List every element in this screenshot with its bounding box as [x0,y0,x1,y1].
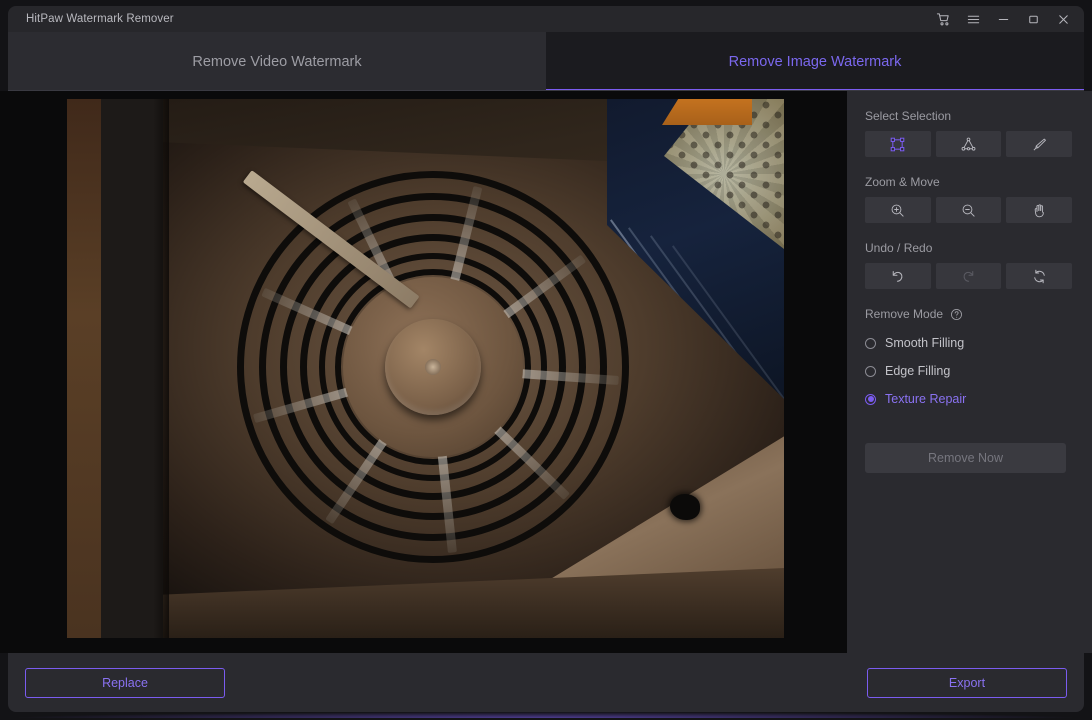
select-selection-tools [865,131,1073,157]
undo-redo-tools [865,263,1073,289]
remove-now-button[interactable]: Remove Now [865,443,1066,473]
footer-bar: Replace Export [8,653,1084,712]
photo-plank-shadow [153,99,169,638]
remove-mode-options: Smooth Filling Edge Filling Texture Repa… [865,329,1072,413]
select-selection-label: Select Selection [865,109,952,123]
loaded-image[interactable] [67,99,784,638]
zoom-move-tools [865,197,1073,223]
workspace: Select Selection Zoom & Move Undo / Redo… [0,91,1092,653]
menu-icon[interactable] [958,7,988,31]
main-tab-bar: Remove Video Watermark Remove Image Wate… [8,32,1084,91]
replace-button[interactable]: Replace [25,667,225,698]
tools-sidebar: Select Selection Zoom & Move Undo / Redo… [847,91,1092,653]
tab-label: Remove Video Watermark [192,53,362,70]
undo-redo-label: Undo / Redo [865,241,933,255]
title-bar: HitPaw Watermark Remover [8,6,1084,32]
undo-icon[interactable] [865,263,931,289]
minimize-icon[interactable] [988,7,1018,31]
radio-edge-filling[interactable]: Edge Filling [865,357,1072,385]
cart-icon[interactable] [928,7,958,31]
app-title: HitPaw Watermark Remover [26,13,174,25]
tab-remove-video-watermark[interactable]: Remove Video Watermark [8,32,546,91]
app-window: HitPaw Watermark Remover Remove Video Wa… [0,0,1092,720]
radio-label: Edge Filling [885,364,951,378]
redo-icon[interactable] [935,263,1002,289]
zoom-move-label: Zoom & Move [865,175,940,189]
window-glow [8,712,1084,718]
remove-mode-label-row: Remove Mode [865,307,1072,321]
tab-remove-image-watermark[interactable]: Remove Image Watermark [546,32,1084,91]
remove-mode-label: Remove Mode [865,307,944,321]
help-circle-icon[interactable] [950,308,963,321]
radio-label: Texture Repair [885,392,967,406]
export-button[interactable]: Export [867,667,1067,698]
image-canvas[interactable] [0,91,847,653]
close-icon[interactable] [1048,7,1078,31]
photo-plank-edge [67,99,101,638]
zoom-in-icon[interactable] [865,197,931,223]
photo-fan-center [425,359,441,375]
radio-label: Smooth Filling [885,336,965,350]
window-controls [928,7,1078,31]
hand-pan-icon[interactable] [1006,197,1073,223]
maximize-icon[interactable] [1018,7,1048,31]
polygon-select-icon[interactable] [935,131,1002,157]
brush-select-icon[interactable] [1006,131,1073,157]
rectangle-select-icon[interactable] [865,131,931,157]
radio-texture-repair[interactable]: Texture Repair [865,385,1072,413]
radio-indicator [865,393,876,405]
tab-label: Remove Image Watermark [728,53,902,70]
zoom-out-icon[interactable] [935,197,1002,223]
reset-icon[interactable] [1006,263,1073,289]
radio-indicator [865,337,876,349]
radio-indicator [865,365,876,377]
photo-opening [670,494,700,520]
photo-fan-assembly [233,167,633,567]
radio-smooth-filling[interactable]: Smooth Filling [865,329,1072,357]
